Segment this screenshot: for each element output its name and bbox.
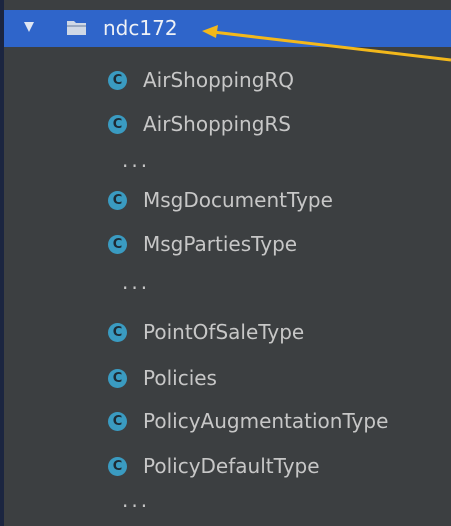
omitted-items-ellipsis: ... <box>122 488 151 512</box>
expand-triangle-icon[interactable] <box>24 22 34 32</box>
tree-class-label: MsgDocumentType <box>143 188 333 212</box>
class-icon: C <box>108 323 127 342</box>
folder-icon <box>67 21 86 35</box>
tree-folder-label: ndc172 <box>103 16 178 40</box>
omitted-items-ellipsis: ... <box>122 148 151 172</box>
tree-class-label: PolicyDefaultType <box>143 454 320 478</box>
tree-class-label: PolicyAugmentationType <box>143 409 389 433</box>
class-icon: C <box>108 71 127 90</box>
tree-class-label: AirShoppingRQ <box>143 68 295 92</box>
class-icon: C <box>108 191 127 210</box>
tree-class-label: Policies <box>143 366 217 390</box>
tree-class-label: MsgPartiesType <box>143 232 298 256</box>
omitted-items-ellipsis: ... <box>122 270 151 294</box>
tree-class-label: PointOfSaleType <box>143 320 305 344</box>
class-icon: C <box>108 457 127 476</box>
class-icon: C <box>108 235 127 254</box>
class-icon: C <box>108 369 127 388</box>
class-icon: C <box>108 115 127 134</box>
tree-class-label: AirShoppingRS <box>143 112 291 136</box>
class-icon: C <box>108 412 127 431</box>
